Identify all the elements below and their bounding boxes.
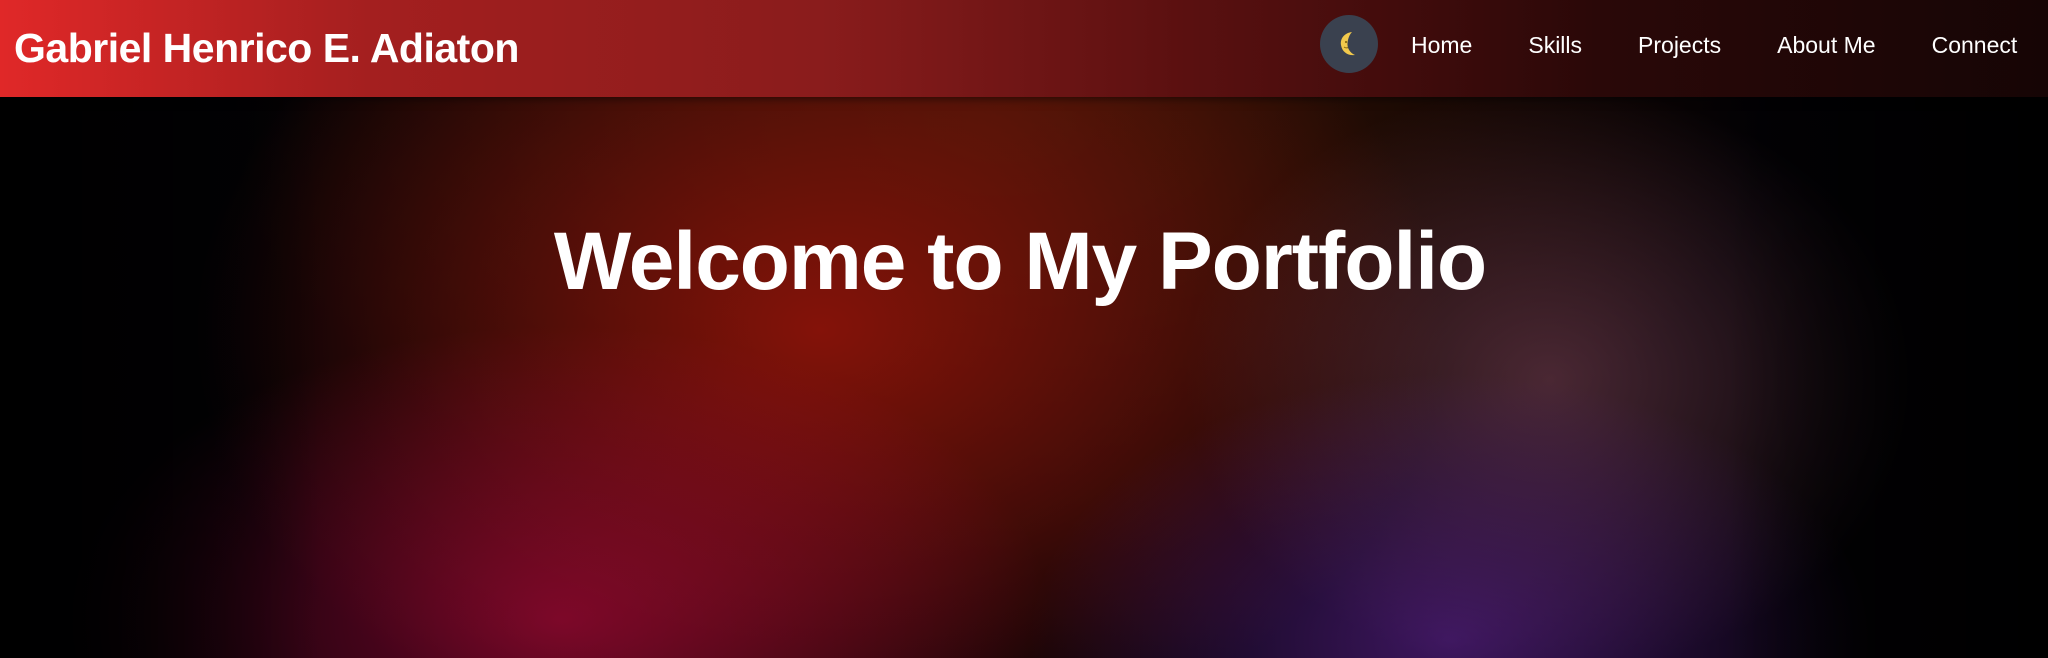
crescent-moon-icon: [1340, 32, 1355, 56]
nav-links: Home Skills Projects About Me Connect: [1411, 24, 2017, 66]
navbar: Gabriel Henrico E. Adiaton Home Skills P…: [0, 0, 2048, 97]
nav-link-about-me[interactable]: About Me: [1777, 24, 1875, 66]
nav-link-connect[interactable]: Connect: [1932, 24, 2018, 66]
nav-link-home[interactable]: Home: [1411, 24, 1472, 66]
hero-section: Welcome to My Portfolio: [0, 0, 2048, 658]
hero-vignette-right: [1728, 0, 2048, 658]
brand-name[interactable]: Gabriel Henrico E. Adiaton: [14, 20, 519, 76]
nav-link-skills[interactable]: Skills: [1528, 24, 1582, 66]
theme-toggle-button[interactable]: [1320, 15, 1378, 73]
hero-title: Welcome to My Portfolio: [553, 216, 1487, 307]
portfolio-page: Welcome to My Portfolio Gabriel Henrico …: [0, 0, 2048, 658]
hero-vignette-left: [0, 0, 320, 658]
nav-link-projects[interactable]: Projects: [1638, 24, 1721, 66]
